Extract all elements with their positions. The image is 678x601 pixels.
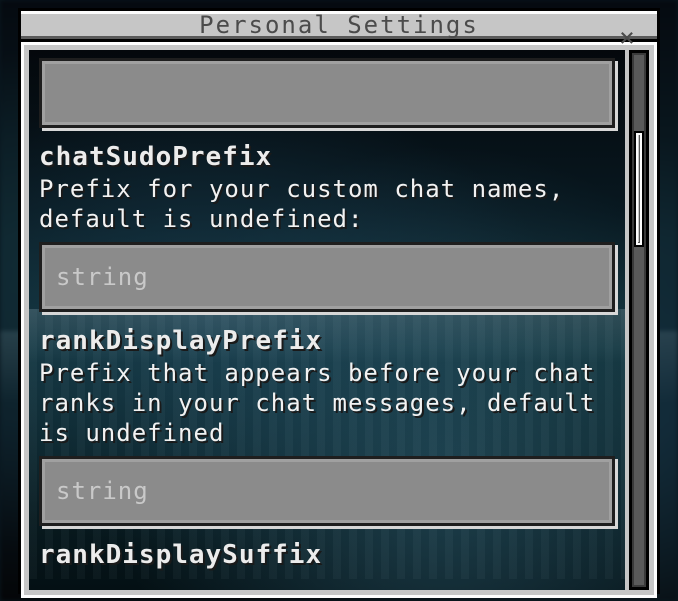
- text-input-previous[interactable]: [39, 58, 615, 128]
- content-area: chatSudoPrefix Prefix for your custom ch…: [21, 42, 657, 598]
- close-icon: ×: [619, 23, 637, 53]
- window-title: Personal Settings: [199, 11, 479, 39]
- field-title-rankdisplaysuffix: rankDisplaySuffix: [39, 540, 615, 570]
- scrollbar-thumb[interactable]: [634, 131, 644, 247]
- field-desc-rankdisplayprefix: Prefix that appears before your chat ran…: [39, 358, 615, 448]
- text-input-chatsudoprefix[interactable]: string: [39, 242, 615, 312]
- field-title-chatsudoprefix: chatSudoPrefix: [39, 142, 615, 172]
- titlebar: Personal Settings ×: [21, 11, 657, 42]
- scrollbar[interactable]: [629, 50, 649, 590]
- input-placeholder: string: [56, 477, 149, 505]
- settings-window: Personal Settings × chatSudoPrefix Prefi…: [18, 8, 660, 594]
- text-input-rankdisplayprefix[interactable]: string: [39, 456, 615, 526]
- input-placeholder: string: [56, 263, 149, 291]
- field-desc-chatsudoprefix: Prefix for your custom chat names, defau…: [39, 174, 615, 234]
- field-title-rankdisplayprefix: rankDisplayPrefix: [39, 326, 615, 356]
- scroll-viewport: chatSudoPrefix Prefix for your custom ch…: [29, 50, 625, 590]
